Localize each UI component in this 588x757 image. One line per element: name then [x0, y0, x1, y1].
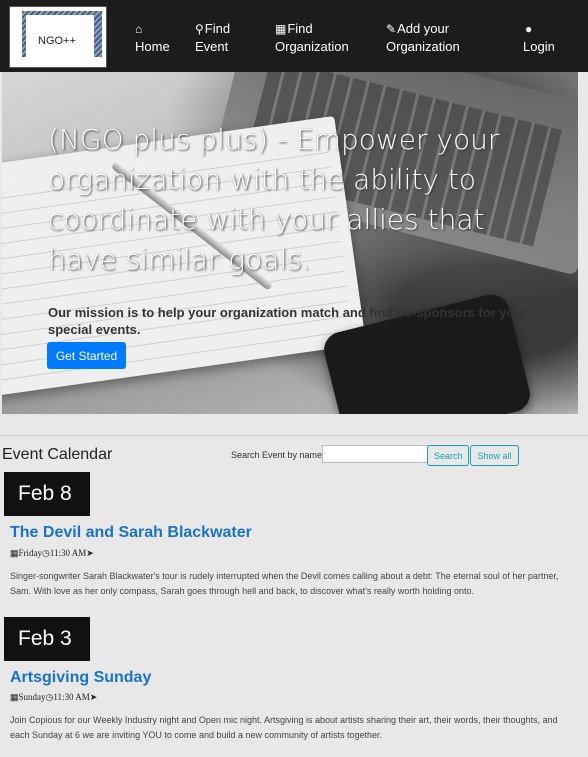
search-button[interactable]: Search — [427, 445, 469, 466]
user-icon: ● — [525, 22, 533, 36]
search-input[interactable] — [322, 445, 430, 463]
nav-login-label: Login — [523, 39, 555, 54]
location-arrow-icon: ➤ — [86, 548, 94, 558]
event-day: Friday — [18, 548, 43, 558]
get-started-button[interactable]: Get Started — [47, 342, 126, 369]
search-icon: ⚲ — [195, 22, 204, 36]
search-label: Search Event by name — [231, 450, 323, 460]
section-divider — [0, 435, 588, 436]
nav-add-organization[interactable]: ✎Add your Organization — [386, 20, 460, 55]
event-date-badge: Feb 8 — [4, 472, 90, 516]
event-title-link[interactable]: The Devil and Sarah Blackwater — [10, 524, 252, 542]
nav-add-org-label-1: Add your — [397, 21, 450, 36]
location-arrow-icon: ➤ — [89, 692, 98, 702]
nav-add-org-label-2: Organization — [386, 39, 460, 54]
edit-icon: ✎ — [386, 22, 397, 36]
nav-home[interactable]: ⌂ Home — [135, 20, 170, 55]
brand-logo[interactable]: NGO++ — [9, 6, 107, 68]
nav-find-event[interactable]: ⚲Find Event — [195, 20, 230, 55]
nav-login[interactable]: ● Login — [523, 20, 555, 55]
event-day: Sunday — [18, 692, 46, 702]
calendar-icon: ▦ — [10, 692, 19, 702]
event-calendar-title: Event Calendar — [2, 446, 113, 463]
clock-icon: ◷ — [42, 548, 50, 558]
event-meta: ▦Sunday◷11:30 AM➤ — [10, 692, 97, 703]
event-description: Singer-songwriter Sarah Blackwater's tou… — [10, 571, 559, 596]
brand-name: NGO++ — [38, 35, 76, 47]
event-time: 11:30 AM — [53, 692, 90, 702]
home-icon: ⌂ — [135, 22, 143, 36]
nav-home-label: Home — [135, 39, 170, 54]
hero-headline: (NGO plus plus) - Empower your organizat… — [48, 123, 500, 276]
nav-find-event-label-1: Find — [204, 21, 231, 36]
nav-find-org-label-2: Organization — [275, 39, 349, 54]
event-time: 11:30 AM — [49, 548, 87, 558]
calendar-icon: ▦ — [10, 548, 19, 558]
hero-mission: Our mission is to help your organization… — [48, 305, 528, 337]
event-date-badge: Feb 3 — [4, 617, 90, 661]
navbar: NGO++ ⌂ Home ⚲Find Event ▦Find Organizat… — [0, 0, 588, 72]
event-meta: ▦Friday◷11:30 AM➤ — [10, 548, 94, 559]
event-description: Join Copious for our Weekly Industry nig… — [10, 715, 558, 740]
nav-find-org-label-1: Find — [287, 21, 313, 36]
event-title-link[interactable]: Artsgiving Sunday — [10, 669, 151, 687]
building-icon: ▦ — [275, 22, 287, 36]
nav-find-event-label-2: Event — [195, 39, 229, 54]
show-all-button[interactable]: Show all — [470, 445, 519, 466]
nav-find-organization[interactable]: ▦Find Organization — [275, 20, 349, 55]
hero-banner: (NGO plus plus) - Empower your organizat… — [2, 72, 578, 414]
